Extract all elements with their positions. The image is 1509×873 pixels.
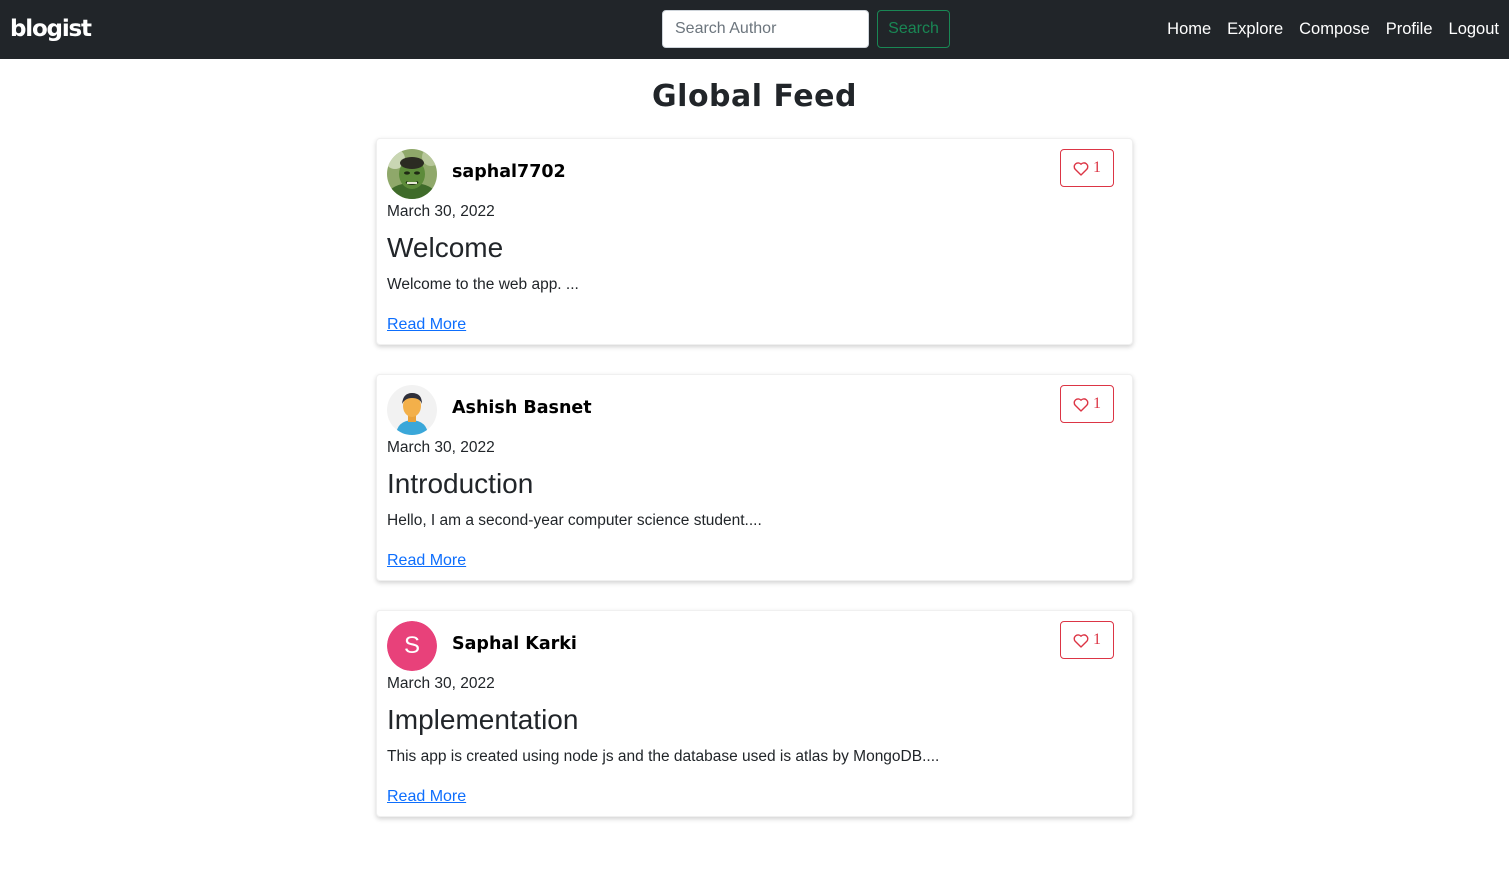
- nav-link-logout[interactable]: Logout: [1449, 20, 1499, 39]
- like-button[interactable]: 1: [1060, 149, 1114, 187]
- letter-avatar-circle: S: [387, 621, 437, 671]
- post-date: March 30, 2022: [387, 675, 495, 692]
- post-feed: saphal7702 1 March 30, 2022 Welcome Welc…: [376, 138, 1133, 846]
- author-name[interactable]: Saphal Karki: [452, 632, 577, 656]
- search-button[interactable]: Search: [877, 10, 950, 48]
- like-count: 1: [1093, 159, 1101, 176]
- author-name[interactable]: saphal7702: [452, 160, 566, 184]
- post-title: Implementation: [387, 704, 579, 735]
- person-avatar-image: [387, 385, 437, 435]
- post-title: Introduction: [387, 468, 534, 499]
- author-avatar-hulk[interactable]: [387, 149, 437, 199]
- heart-outline-icon: [1073, 397, 1089, 412]
- nav-links: Home Explore Compose Profile Logout: [1151, 0, 1499, 59]
- like-count: 1: [1093, 395, 1101, 412]
- top-navbar: blogist Search Home Explore Compose Prof…: [0, 0, 1509, 59]
- post-excerpt: Hello, I am a second-year computer scien…: [387, 512, 762, 529]
- hulk-avatar-image: [387, 149, 437, 199]
- like-button[interactable]: 1: [1060, 385, 1114, 423]
- post-card: Ashish Basnet 1 March 30, 2022 Introduct…: [376, 374, 1133, 581]
- author-avatar-person[interactable]: [387, 385, 437, 435]
- author-name[interactable]: Ashish Basnet: [452, 396, 592, 420]
- read-more-link[interactable]: Read More: [387, 550, 466, 572]
- post-card: S Saphal Karki 1 March 30, 2022 Implemen…: [376, 610, 1133, 817]
- post-title: Welcome: [387, 232, 504, 263]
- post-date: March 30, 2022: [387, 203, 495, 220]
- nav-link-explore[interactable]: Explore: [1227, 20, 1283, 39]
- nav-link-compose[interactable]: Compose: [1299, 20, 1370, 39]
- author-avatar-letter[interactable]: S: [387, 621, 437, 671]
- page-title: Global Feed: [652, 79, 857, 114]
- brand-logo[interactable]: blogist: [10, 13, 92, 45]
- like-count: 1: [1093, 631, 1101, 648]
- read-more-link[interactable]: Read More: [387, 314, 466, 336]
- heart-outline-icon: [1073, 161, 1089, 176]
- heart-outline-icon: [1073, 633, 1089, 648]
- post-date: March 30, 2022: [387, 439, 495, 456]
- like-button[interactable]: 1: [1060, 621, 1114, 659]
- read-more-link[interactable]: Read More: [387, 786, 466, 808]
- post-excerpt: Welcome to the web app. ...: [387, 276, 579, 293]
- search-author-input[interactable]: [662, 10, 869, 48]
- post-excerpt: This app is created using node js and th…: [387, 748, 940, 765]
- nav-link-home[interactable]: Home: [1167, 20, 1211, 39]
- post-card: saphal7702 1 March 30, 2022 Welcome Welc…: [376, 138, 1133, 345]
- nav-link-profile[interactable]: Profile: [1386, 20, 1433, 39]
